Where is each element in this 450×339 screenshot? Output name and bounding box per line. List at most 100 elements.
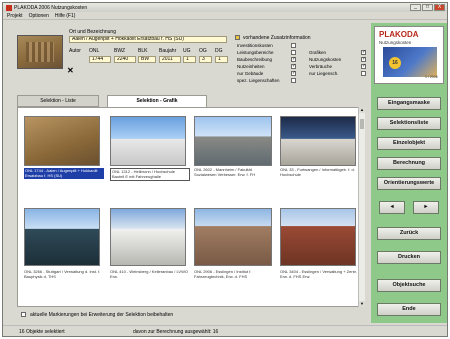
status-selected-count: 16 Objekte selektiert (19, 329, 65, 335)
field-dg[interactable]: 1 (215, 56, 228, 63)
gallery-image[interactable] (194, 208, 272, 266)
field-ug[interactable]: 1 (183, 56, 196, 63)
object-thumbnail (17, 35, 63, 69)
zusatzinfo-panel: vorhandene Zusatzinformation Investition… (235, 31, 375, 89)
eingangsmaske-button[interactable]: Eingangsmaske (377, 97, 441, 110)
scroll-thumb[interactable] (360, 119, 364, 129)
logo-subtitle: Nutzungskosten (379, 40, 412, 45)
field-baujahr[interactable]: 2011 (159, 56, 181, 63)
zus-baubeschreibung: Baubeschreibung (237, 57, 273, 62)
field-og[interactable]: 3 (199, 56, 212, 63)
cb-grafiken[interactable]: ✓ (361, 50, 366, 55)
window-title: PLAKODA 2006 Nutzungskosten (14, 4, 88, 11)
status-bar: 16 Objekte selektiert davon zur Berechnu… (3, 325, 447, 336)
minimize-button[interactable]: _ (410, 4, 421, 11)
label-dg: DG (215, 48, 223, 54)
gallery-caption[interactable]: ONL 2906 - Esslingen / Institut f. Fahrz… (194, 270, 274, 279)
tab-selektion-grafik[interactable]: Selektion - Grafik (107, 95, 207, 107)
zus-grafiken: Grafiken (309, 50, 327, 55)
objektsuche-button[interactable]: Objektsuche (377, 279, 441, 292)
gallery-caption[interactable]: ONL 1312 - Heilbronn / Hochschule Bautei… (110, 168, 190, 181)
previous-arrow-button[interactable]: ◄ (379, 201, 405, 214)
gallery-image[interactable] (24, 208, 100, 266)
menu-bar: Projekt Optionen Hilfe (F1) (3, 12, 447, 20)
logo-badge: 16 (389, 57, 401, 69)
zus-nutzeinheiten: Nutzeinheiten (237, 64, 265, 69)
ende-button[interactable]: Ende (377, 303, 441, 316)
object-header: Ort und Bezeichnung Aalen / Augenpilt + … (7, 23, 371, 91)
zus-verbraeuche: Verbräuche (309, 64, 333, 69)
autor-x-mark: ✕ (67, 66, 74, 75)
berechnung-button[interactable]: Berechnung (377, 157, 441, 170)
einzelobjekt-button[interactable]: Einzelobjekt (377, 137, 441, 150)
zus-investitionskosten: Investitionskosten (237, 43, 273, 48)
gallery-image[interactable] (110, 208, 186, 266)
cb-leistungsbereiche[interactable] (291, 50, 296, 55)
cb-nur-liegensch[interactable] (361, 71, 366, 76)
gallery-caption[interactable]: ONL 410 - Weinsberg / Kelleranbau / LVWO… (110, 270, 190, 279)
gallery-image[interactable] (110, 116, 186, 166)
main-window: PLAKODA 2006 Nutzungskosten _ □ X Projek… (2, 2, 448, 337)
logo-version: 1 / 2006 (425, 75, 438, 79)
field-onl[interactable]: 1744 (89, 56, 111, 63)
next-arrow-button[interactable]: ► (413, 201, 439, 214)
status-calculation-count: davon zur Berechnung ausgewählt: 16 (133, 329, 219, 335)
keep-markings-label: aktuelle Markierungen bei Erweiterung de… (30, 312, 174, 318)
gallery-scrollbar[interactable]: ▲ ▼ (358, 107, 365, 307)
orientierungswerte-button[interactable]: Orientierungswerte (377, 177, 441, 190)
gallery-caption[interactable]: ONL 33 - Furtwangen / Informatikgeb. f. … (280, 168, 360, 177)
cb-baubeschreibung[interactable]: ✓ (291, 57, 296, 62)
zus-leistungsbereiche: Leistungsbereiche (237, 50, 274, 55)
label-autor: Autor (69, 48, 81, 54)
cb-nutzeinheiten[interactable]: ✓ (291, 64, 296, 69)
gallery-caption[interactable]: ONL 3404 - Esslingen / Verwaltung + Zent… (280, 270, 360, 279)
label-baujahr: Baujahr (159, 48, 177, 54)
object-heading: Ort und Bezeichnung (69, 29, 116, 35)
title-bar: PLAKODA 2006 Nutzungskosten _ □ X (3, 3, 447, 12)
menu-optionen[interactable]: Optionen (29, 13, 49, 19)
keep-markings-checkbox[interactable] (21, 312, 26, 317)
scroll-down-icon[interactable]: ▼ (359, 301, 365, 307)
zusatzinfo-indicator-icon (235, 35, 240, 40)
tab-selektion-liste[interactable]: Selektion - Liste (17, 95, 99, 107)
menu-hilfe[interactable]: Hilfe (F1) (55, 13, 76, 19)
cb-spez-liegenschaften[interactable] (291, 78, 296, 83)
label-onl: ONL (89, 48, 100, 54)
cb-verbraeuche[interactable]: ✓ (361, 64, 366, 69)
maximize-button[interactable]: □ (422, 4, 433, 11)
label-ug: UG (183, 48, 191, 54)
zurueck-button[interactable]: Zurück (377, 227, 441, 240)
object-name-field[interactable]: Aalen / Augenpilt + Hokkaolit Ersatzbau … (69, 36, 227, 43)
gallery-panel: ONL 1744 - Aalen / Augenpilt + Hokkaolit… (17, 107, 363, 307)
cb-nutzungskosten[interactable]: ✓ (361, 57, 366, 62)
gallery-caption[interactable]: ONL 3266 - Stuttgart / Verwaltung d. Ins… (24, 270, 104, 279)
zus-nutzungskosten: Nutzungskosten (309, 57, 342, 62)
close-button[interactable]: X (434, 4, 445, 11)
drucken-button[interactable]: Drucken (377, 251, 441, 264)
selection-tabs: Selektion - Liste Selektion - Grafik (17, 95, 363, 107)
field-bwz[interactable]: 2240 (114, 56, 136, 63)
label-og: OG (199, 48, 207, 54)
gallery-image[interactable] (24, 116, 100, 166)
scroll-up-icon[interactable]: ▲ (359, 107, 365, 113)
gallery-image[interactable] (280, 116, 356, 166)
cb-nur-gebaeude[interactable]: ✓ (291, 71, 296, 76)
app-icon (6, 4, 12, 11)
gallery-caption[interactable]: ONL 2602 - Mannheim / Fakultät Sozialwes… (194, 168, 274, 177)
label-bwz: BWZ (114, 48, 126, 54)
field-blk[interactable]: BW (138, 56, 156, 63)
menu-projekt[interactable]: Projekt (7, 13, 23, 19)
zus-nur-gebaeude: nur Gebäude (237, 71, 264, 76)
plakoda-logo: PLAKODA Nutzungskosten 16 1 / 2006 (374, 26, 444, 84)
logo-title: PLAKODA (379, 30, 419, 39)
navigation-panel: PLAKODA Nutzungskosten 16 1 / 2006 Einga… (371, 23, 447, 323)
gallery-image[interactable] (280, 208, 356, 266)
selektionsliste-button[interactable]: Selektionsliste (377, 117, 441, 130)
cb-investitionskosten[interactable] (291, 43, 296, 48)
gallery-caption[interactable]: ONL 1744 - Aalen / Augenpilt + Hokkaolit… (24, 168, 104, 179)
label-blk: BLK (138, 48, 148, 54)
zusatzinfo-heading: vorhandene Zusatzinformation (243, 35, 311, 41)
window-controls: _ □ X (410, 4, 445, 11)
zus-spez-liegenschaften: spez. Liegenschaften (237, 78, 280, 83)
gallery-image[interactable] (194, 116, 272, 166)
